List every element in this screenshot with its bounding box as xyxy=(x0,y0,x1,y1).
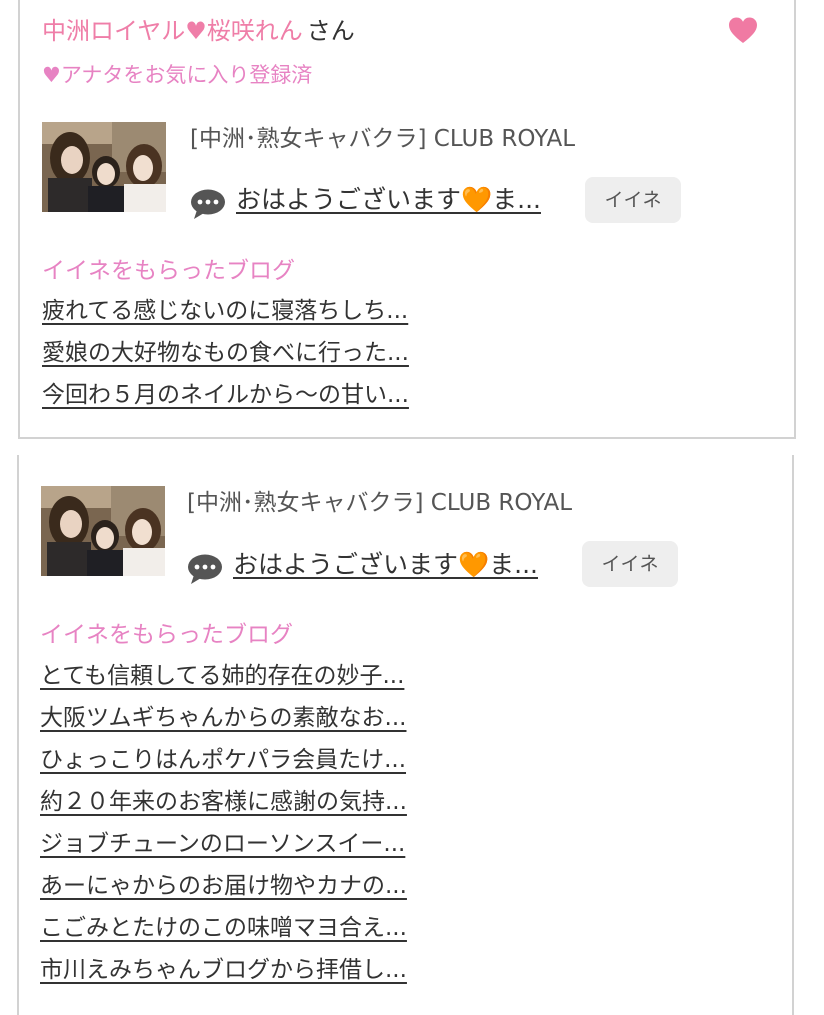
blog-link[interactable]: ジョブチューンのローソンスイー... xyxy=(40,826,407,868)
cast-photo-thumbnail[interactable] xyxy=(41,486,165,576)
blog-link[interactable]: 大阪ツムギちゃんからの素敵なお... xyxy=(40,700,407,742)
blog-link[interactable]: 市川えみちゃんブログから拝借し... xyxy=(40,952,407,994)
like-button[interactable]: イイネ xyxy=(582,541,678,587)
liked-blog-list: 疲れてる感じないのに寝落ちしち... 愛娘の大好物なもの食べに行った... 今回… xyxy=(42,293,409,419)
latest-message-link[interactable]: おはようございます🧡ま... xyxy=(233,547,538,583)
heart-icon[interactable] xyxy=(728,16,758,46)
favorite-cast-card: 中洲ロイヤル♥桜咲れん さん ♥アナタをお気に入り登録済 [中洲･熟女キャバクラ]… xyxy=(18,0,796,439)
liked-blogs-heading: イイネをもらったブログ xyxy=(40,622,293,648)
speech-bubble-icon xyxy=(191,189,225,219)
liked-blog-list: とても信頼してる姉的存在の妙子... 大阪ツムギちゃんからの素敵なお... ひょ… xyxy=(40,658,407,994)
blog-link[interactable]: ひょっこりはんポケパラ会員たけ... xyxy=(40,742,407,784)
cast-name-row: 中洲ロイヤル♥桜咲れん さん xyxy=(42,14,355,48)
blog-link[interactable]: 約２０年来のお客様に感謝の気持... xyxy=(40,784,407,826)
shop-name: [中洲･熟女キャバクラ] CLUB ROYAL xyxy=(190,126,576,152)
blog-link[interactable]: こごみとたけのこの味噌マヨ合え... xyxy=(40,910,407,952)
blog-link[interactable]: とても信頼してる姉的存在の妙子... xyxy=(40,658,407,700)
blog-link[interactable]: 今回わ５月のネイルから〜の甘い... xyxy=(42,377,409,419)
blog-link[interactable]: 疲れてる感じないのに寝落ちしち... xyxy=(42,293,409,335)
speech-bubble-icon xyxy=(188,554,222,584)
honorific-label: さん xyxy=(306,17,355,45)
shop-name: [中洲･熟女キャバクラ] CLUB ROYAL xyxy=(187,490,573,516)
blog-link[interactable]: 愛娘の大好物なもの食べに行った... xyxy=(42,335,409,377)
cast-photo-thumbnail[interactable] xyxy=(42,122,166,212)
shop-activity-card: [中洲･熟女キャバクラ] CLUB ROYAL おはようございます🧡ま... イ… xyxy=(17,455,794,1015)
blog-link[interactable]: あーにゃからのお届け物やカナの... xyxy=(40,868,407,910)
favorite-status-text: ♥アナタをお気に入り登録済 xyxy=(42,63,313,87)
cast-name-link[interactable]: 中洲ロイヤル♥桜咲れん xyxy=(42,17,303,45)
latest-message-link[interactable]: おはようございます🧡ま... xyxy=(236,182,541,218)
like-button[interactable]: イイネ xyxy=(585,177,681,223)
liked-blogs-heading: イイネをもらったブログ xyxy=(42,258,295,284)
